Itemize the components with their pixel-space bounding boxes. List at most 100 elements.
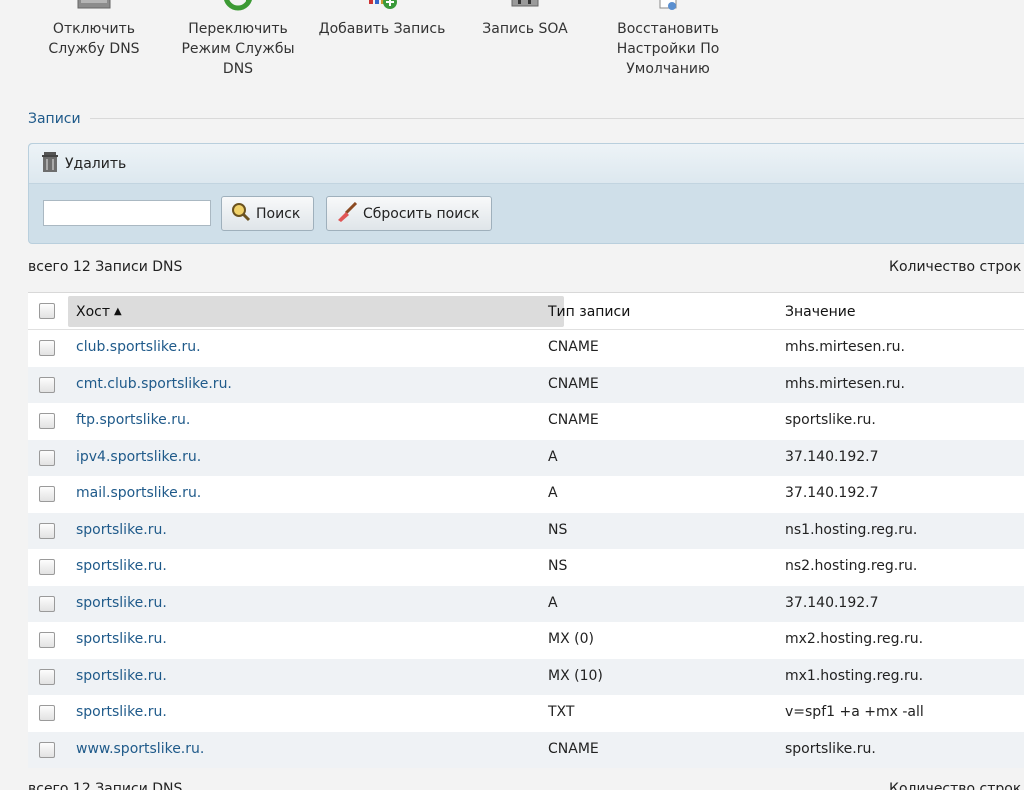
record-value: 37.140.192.7	[785, 448, 879, 465]
host-link[interactable]: sportslike.ru.	[76, 631, 167, 647]
toolbar-label: Запись SOA	[482, 21, 568, 37]
host-link[interactable]: sportslike.ru.	[76, 668, 167, 684]
reset-search-button[interactable]: Сбросить поиск	[326, 196, 492, 231]
delete-label: Удалить	[65, 156, 127, 172]
rows-per-page-label-bottom: Количество строк	[889, 781, 1022, 790]
delete-button[interactable]: Удалить	[41, 152, 127, 175]
row-checkbox[interactable]	[39, 376, 55, 393]
table-row: sportslike.ru. NS ns2.hosting.reg.ru.	[28, 549, 1024, 586]
record-value: mx1.hosting.reg.ru.	[785, 667, 924, 684]
table-row: sportslike.ru. MX (10) mx1.hosting.reg.r…	[28, 658, 1024, 695]
server-icon	[77, 0, 111, 18]
record-type: MX (0)	[548, 631, 594, 647]
row-checkbox[interactable]	[39, 741, 55, 758]
table-row: club.sportslike.ru. CNAME mhs.mirtesen.r…	[28, 330, 1024, 367]
disable-dns-button[interactable]: Отключить Службу DNS	[40, 0, 148, 60]
rows-per-page-label: Количество строк	[889, 259, 1022, 275]
row-checkbox[interactable]	[39, 413, 55, 429]
table-header: Хост ▲ Тип записи Значение	[28, 293, 1024, 330]
table-row: mail.sportslike.ru. A 37.140.192.7	[28, 476, 1024, 513]
soa-settings-icon	[510, 0, 540, 18]
host-link[interactable]: ftp.sportslike.ru.	[76, 412, 190, 428]
search-button-label: Поиск	[256, 205, 301, 222]
search-button[interactable]: Поиск	[221, 196, 314, 231]
restore-document-icon	[657, 0, 679, 18]
broom-icon	[336, 201, 358, 226]
section-divider	[90, 118, 1024, 119]
restore-defaults-button[interactable]: Восстановить Настройки По Умолчанию	[607, 0, 729, 80]
host-link[interactable]: sportslike.ru.	[76, 704, 167, 720]
record-type: A	[548, 594, 558, 611]
table-row: sportslike.ru. MX (0) mx2.hosting.reg.ru…	[28, 622, 1024, 659]
record-value: sportslike.ru.	[785, 412, 876, 428]
row-checkbox[interactable]	[39, 632, 55, 648]
select-all-checkbox[interactable]	[39, 303, 55, 319]
record-value: mhs.mirtesen.ru.	[785, 339, 905, 355]
add-record-button[interactable]: Добавить Запись	[315, 0, 449, 40]
record-type: CNAME	[548, 339, 599, 355]
column-header-type[interactable]: Тип записи	[548, 293, 630, 330]
row-checkbox[interactable]	[39, 559, 55, 575]
column-header-host[interactable]: Хост ▲	[68, 296, 564, 327]
column-header-label: Значение	[785, 303, 856, 320]
host-link[interactable]: club.sportslike.ru.	[76, 339, 201, 355]
host-link[interactable]: cmt.club.sportslike.ru.	[76, 376, 232, 392]
dns-records-table: Хост ▲ Тип записи Значение club.sportsli…	[28, 292, 1024, 768]
table-row: ipv4.sportslike.ru. A 37.140.192.7	[28, 439, 1024, 476]
row-checkbox[interactable]	[39, 668, 55, 685]
record-value: mx2.hosting.reg.ru.	[785, 631, 924, 647]
record-type: A	[548, 485, 558, 501]
magnifier-icon	[231, 202, 251, 226]
record-type: A	[548, 448, 558, 465]
row-checkbox[interactable]	[39, 340, 55, 356]
table-row: sportslike.ru. A 37.140.192.7	[28, 585, 1024, 622]
table-row: ftp.sportslike.ru. CNAME sportslike.ru.	[28, 403, 1024, 440]
record-value: 37.140.192.7	[785, 594, 879, 611]
panel-toolbar: Удалить	[29, 144, 1024, 184]
record-type: NS	[548, 558, 568, 574]
table-row: sportslike.ru. TXT v=spf1 +a +mx -all	[28, 695, 1024, 732]
record-value: v=spf1 +a +mx -all	[785, 704, 924, 720]
section-title: Записи	[28, 111, 81, 127]
record-value: 37.140.192.7	[785, 485, 879, 501]
search-input[interactable]	[43, 200, 211, 226]
switch-dns-mode-button[interactable]: Переключить Режим Службы DNS	[178, 0, 298, 80]
record-type: TXT	[548, 704, 575, 720]
host-link[interactable]: ipv4.sportslike.ru.	[76, 449, 201, 465]
record-type: CNAME	[548, 375, 599, 392]
record-type: MX (10)	[548, 667, 603, 684]
host-link[interactable]: sportslike.ru.	[76, 558, 167, 574]
column-header-label: Тип записи	[548, 303, 631, 320]
row-checkbox[interactable]	[39, 522, 55, 539]
row-checkbox[interactable]	[39, 486, 55, 502]
record-type: CNAME	[548, 412, 599, 428]
host-link[interactable]: www.sportslike.ru.	[76, 741, 204, 757]
table-row: cmt.club.sportslike.ru. CNAME mhs.mirtes…	[28, 366, 1024, 403]
record-value: sportslike.ru.	[785, 740, 876, 757]
column-header-value[interactable]: Значение	[785, 293, 855, 330]
toolbar-label: Восстановить Настройки По Умолчанию	[616, 21, 720, 77]
refresh-icon	[222, 0, 254, 18]
add-record-icon	[367, 0, 397, 20]
host-link[interactable]: sportslike.ru.	[76, 595, 167, 611]
row-checkbox[interactable]	[39, 449, 55, 466]
soa-record-button[interactable]: Запись SOA	[478, 0, 572, 40]
toolbar-label: Отключить Службу DNS	[48, 21, 140, 57]
host-link[interactable]: mail.sportslike.ru.	[76, 485, 201, 501]
column-header-label: Хост	[76, 303, 111, 320]
host-link[interactable]: sportslike.ru.	[76, 522, 167, 538]
record-type: NS	[548, 521, 568, 538]
toolbar-label: Добавить Запись	[318, 21, 446, 37]
toolbar-label: Переключить Режим Службы DNS	[181, 21, 295, 77]
sort-ascending-icon: ▲	[114, 306, 122, 317]
table-row: www.sportslike.ru. CNAME sportslike.ru.	[28, 731, 1024, 768]
toolbar: Отключить Службу DNS Переключить Режим С…	[0, 0, 1024, 100]
row-checkbox[interactable]	[39, 595, 55, 612]
reset-search-label: Сбросить поиск	[363, 205, 480, 222]
table-body: club.sportslike.ru. CNAME mhs.mirtesen.r…	[28, 330, 1024, 768]
record-type: CNAME	[548, 740, 599, 757]
action-panel: Удалить Поиск Сбросить поиск	[28, 143, 1024, 244]
table-row: sportslike.ru. NS ns1.hosting.reg.ru.	[28, 512, 1024, 549]
records-count-bottom: всего 12 Записи DNS	[28, 781, 183, 790]
row-checkbox[interactable]	[39, 705, 55, 721]
